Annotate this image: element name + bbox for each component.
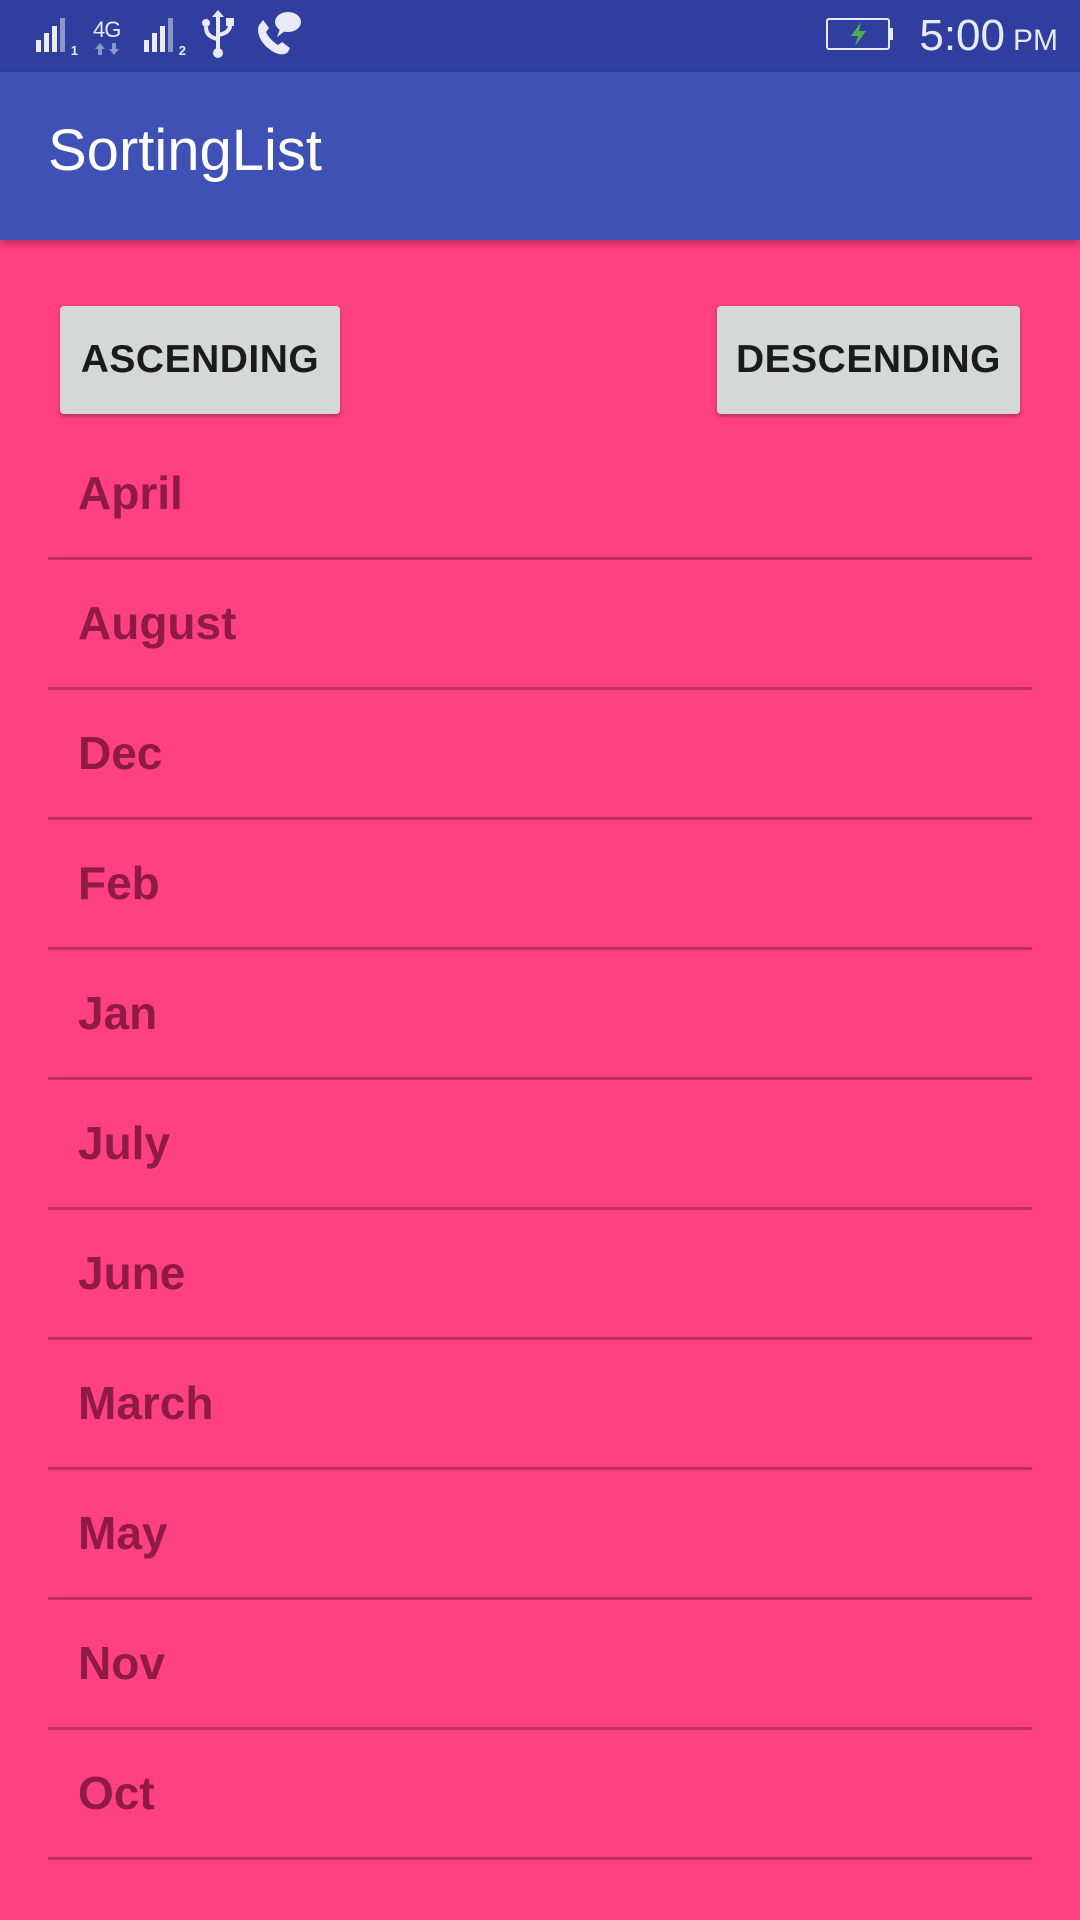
network-label: 4G — [93, 17, 121, 42]
app-title: SortingList — [48, 118, 323, 183]
status-bar: 1 4G 2 5:00 PM — [0, 0, 1080, 72]
descending-button[interactable]: DESCENDING — [717, 306, 1020, 414]
clock: 5:00 PM — [919, 11, 1058, 61]
month-label: Oct — [78, 1767, 155, 1819]
month-label: April — [78, 467, 183, 519]
list-item[interactable]: April — [48, 430, 1032, 560]
month-label: August — [78, 597, 237, 649]
list-item[interactable]: Feb — [48, 820, 1032, 950]
list-item[interactable]: August — [48, 560, 1032, 690]
month-label: Feb — [78, 857, 160, 909]
month-label: Dec — [78, 727, 163, 779]
month-label: July — [78, 1117, 171, 1169]
clock-ampm: PM — [1013, 24, 1058, 57]
battery-charging-icon — [825, 17, 895, 56]
clock-time: 5:00 — [919, 11, 1005, 60]
month-list: April August Dec Feb Jan July June March… — [48, 430, 1032, 1860]
list-item[interactable]: Jan — [48, 950, 1032, 1080]
list-item[interactable]: Oct — [48, 1730, 1032, 1860]
phone-chat-icon — [252, 10, 302, 63]
sim1-label: 1 — [70, 43, 78, 58]
signal-icon: 1 — [34, 14, 78, 58]
signal-icon: 2 — [142, 14, 186, 58]
list-item[interactable]: Dec — [48, 690, 1032, 820]
list-item[interactable]: May — [48, 1470, 1032, 1600]
app-bar: SortingList — [0, 72, 1080, 240]
month-label: Jan — [78, 987, 158, 1039]
list-item[interactable]: Nov — [48, 1600, 1032, 1730]
status-icons-right: 5:00 PM — [825, 10, 1058, 62]
usb-icon — [198, 9, 238, 64]
sim2-label: 2 — [178, 43, 186, 58]
list-item[interactable]: June — [48, 1210, 1032, 1340]
month-label: Nov — [78, 1637, 165, 1689]
status-icons-left: 1 4G 2 — [34, 9, 302, 64]
list-item[interactable]: March — [48, 1340, 1032, 1470]
month-label: May — [78, 1507, 168, 1559]
month-label: June — [78, 1247, 186, 1299]
ascending-button[interactable]: ASCENDING — [60, 306, 340, 414]
4g-icon: 4G — [90, 14, 128, 58]
list-item[interactable]: July — [48, 1080, 1032, 1210]
month-label: March — [78, 1377, 214, 1429]
